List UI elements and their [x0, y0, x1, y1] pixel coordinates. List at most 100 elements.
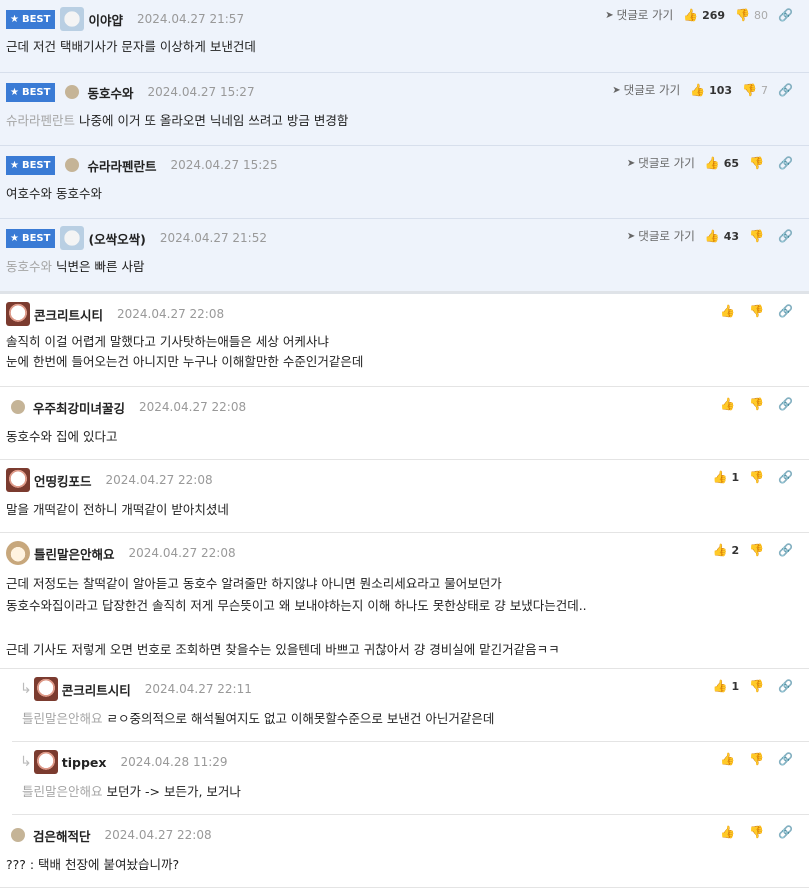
author-name[interactable]: 동호수와: [87, 83, 133, 102]
comment-date: 2024.04.28 11:29: [120, 755, 228, 769]
author-name[interactable]: 슈라라펜란트: [87, 156, 156, 175]
reply-arrow-icon: ↳: [20, 754, 32, 770]
author-name[interactable]: (오싹오싹): [88, 229, 145, 248]
share-link-button[interactable]: 🔗: [778, 156, 797, 170]
best-comment: ★ BEST 슈라라펜란트 2024.04.27 15:25 ➤ 댓글로 가기 👍 6…: [0, 146, 809, 219]
upvote-button[interactable]: 👍 2: [712, 543, 739, 557]
thumbs-up-icon: 👍: [712, 470, 728, 484]
upvote-button[interactable]: 👍 103: [690, 83, 732, 97]
avatar[interactable]: [11, 400, 25, 414]
comment-date: 2024.04.27 22:11: [144, 682, 252, 696]
star-icon: ★: [10, 159, 19, 171]
author-name[interactable]: 언띵킹포드: [34, 471, 92, 490]
share-link-button[interactable]: 🔗: [778, 752, 797, 766]
thumbs-down-icon: 👎: [749, 679, 765, 693]
best-badge: ★ BEST: [6, 228, 56, 248]
comment: 콘크리트시티 2024.04.27 22:08 👍 👎 🔗 솔직히 이걸 어렵게…: [0, 294, 809, 387]
goto-comment-link[interactable]: ➤ 댓글로 가기: [605, 7, 673, 23]
avatar[interactable]: [11, 828, 25, 842]
share-link-button[interactable]: 🔗: [778, 679, 797, 693]
author-name[interactable]: 검은해적단: [33, 826, 91, 845]
quoted-nick[interactable]: 틀린말은안해요: [22, 711, 103, 726]
upvote-button[interactable]: 👍 65: [705, 156, 739, 170]
upvote-button[interactable]: 👍 269: [683, 8, 725, 22]
share-link-button[interactable]: 🔗: [778, 83, 797, 97]
comment-text: 근데 저건 택배기사가 문자를 이상하게 보낸건데: [6, 39, 256, 54]
avatar[interactable]: [6, 302, 30, 326]
author-name[interactable]: 우주최강미녀꿀깅: [33, 398, 125, 417]
downvote-button[interactable]: 👎: [749, 229, 768, 243]
thumbs-down-icon: 👎: [735, 8, 751, 22]
downvote-button[interactable]: 👎: [749, 679, 768, 693]
downvote-button[interactable]: 👎: [749, 825, 768, 839]
upvote-button[interactable]: 👍: [720, 397, 739, 411]
best-comment: ★ BEST 이야얍 2024.04.27 21:57 ➤ 댓글로 가기 👍 269 …: [0, 0, 809, 73]
upvote-button[interactable]: 👍 1: [712, 679, 739, 693]
author-name[interactable]: 틀린말은안해요: [34, 544, 115, 563]
avatar[interactable]: [60, 226, 85, 250]
comment-text: 솔직히 이걸 어렵게 말했다고 기사탓하는애들은 세상 어케사냐 눈에 한번에 …: [6, 334, 364, 369]
quoted-nick[interactable]: 틀린말은안해요: [22, 784, 103, 799]
avatar[interactable]: [60, 7, 85, 31]
avatar[interactable]: [65, 158, 80, 172]
thumbs-down-icon: 👎: [749, 229, 765, 243]
comment-text: 틀린말은안해요 ㄹㅇ중의적으로 해석될여지도 없고 이해못할수준으로 보낸건 아닌…: [22, 711, 495, 726]
goto-comment-link[interactable]: ➤ 댓글로 가기: [627, 155, 695, 171]
thumbs-down-icon: 👎: [749, 156, 765, 170]
author-name[interactable]: 이야얍: [88, 10, 123, 29]
link-icon: 🔗: [778, 825, 793, 839]
share-link-button[interactable]: 🔗: [778, 304, 797, 318]
quoted-nick[interactable]: 동호수와: [6, 259, 52, 274]
author-name[interactable]: tippex: [62, 755, 107, 770]
upvote-button[interactable]: 👍: [720, 752, 739, 766]
quoted-nick[interactable]: 슈라라펜란트: [6, 113, 75, 128]
downvote-button[interactable]: 👎: [749, 470, 768, 484]
avatar[interactable]: [6, 468, 30, 492]
share-link-button[interactable]: 🔗: [778, 543, 797, 557]
comment-text: 말을 개떡같이 전하니 개떡같이 받아치셨네: [6, 502, 229, 517]
author-name[interactable]: 콘크리트시티: [62, 680, 131, 699]
downvote-button[interactable]: 👎: [749, 304, 768, 318]
comment-text: 동호수와 닉변은 빠른 사람: [6, 259, 145, 274]
upvote-button[interactable]: 👍 1: [712, 470, 739, 484]
comment-date: 2024.04.27 22:08: [139, 400, 247, 414]
link-icon: 🔗: [778, 752, 793, 766]
comment-date: 2024.04.27 22:08: [128, 546, 236, 560]
thumbs-up-icon: 👍: [690, 83, 706, 97]
best-comment: ★ BEST 동호수와 2024.04.27 15:27 ➤ 댓글로 가기 👍 103…: [0, 73, 809, 146]
downvote-button[interactable]: 👎: [749, 752, 768, 766]
thumbs-up-icon: 👍: [720, 825, 736, 839]
downvote-button[interactable]: 👎: [749, 156, 768, 170]
share-link-button[interactable]: 🔗: [778, 825, 797, 839]
link-icon: 🔗: [778, 156, 793, 170]
downvote-button[interactable]: 👎: [749, 543, 768, 557]
share-link-button[interactable]: 🔗: [778, 229, 797, 243]
reply-comment: ↳ 콘크리트시티 2024.04.27 22:11 👍 1 👎 🔗 틀린말은안해요…: [12, 669, 809, 742]
avatar[interactable]: [33, 677, 58, 701]
downvote-button[interactable]: 👎: [749, 397, 768, 411]
thumbs-up-icon: 👍: [704, 229, 720, 243]
comment-text: 근데 저정도는 찰떡같이 알아듣고 동호수 알려줄만 하지않냐 아니면 뭔소리세…: [6, 576, 587, 657]
avatar[interactable]: [65, 85, 80, 99]
upvote-button[interactable]: 👍: [720, 304, 739, 318]
downvote-button[interactable]: 👎 80: [735, 8, 768, 22]
avatar[interactable]: [33, 750, 58, 774]
share-link-button[interactable]: 🔗: [778, 8, 797, 22]
thumbs-up-icon: 👍: [720, 752, 736, 766]
send-icon: ➤: [626, 230, 636, 242]
comment-date: 2024.04.27 22:08: [117, 307, 225, 321]
share-link-button[interactable]: 🔗: [778, 470, 797, 484]
star-icon: ★: [10, 86, 19, 98]
comment-text: 여호수와 동호수와: [6, 186, 102, 201]
best-badge: ★ BEST: [6, 82, 56, 102]
downvote-button[interactable]: 👎 7: [742, 83, 768, 97]
upvote-button[interactable]: 👍: [720, 825, 739, 839]
author-name[interactable]: 콘크리트시티: [34, 305, 103, 324]
avatar[interactable]: [6, 541, 30, 565]
thumbs-down-icon: 👎: [749, 304, 765, 318]
goto-comment-link[interactable]: ➤ 댓글로 가기: [612, 82, 680, 98]
share-link-button[interactable]: 🔗: [778, 397, 797, 411]
goto-comment-link[interactable]: ➤ 댓글로 가기: [627, 228, 695, 244]
upvote-button[interactable]: 👍 43: [705, 229, 739, 243]
link-icon: 🔗: [778, 304, 793, 318]
